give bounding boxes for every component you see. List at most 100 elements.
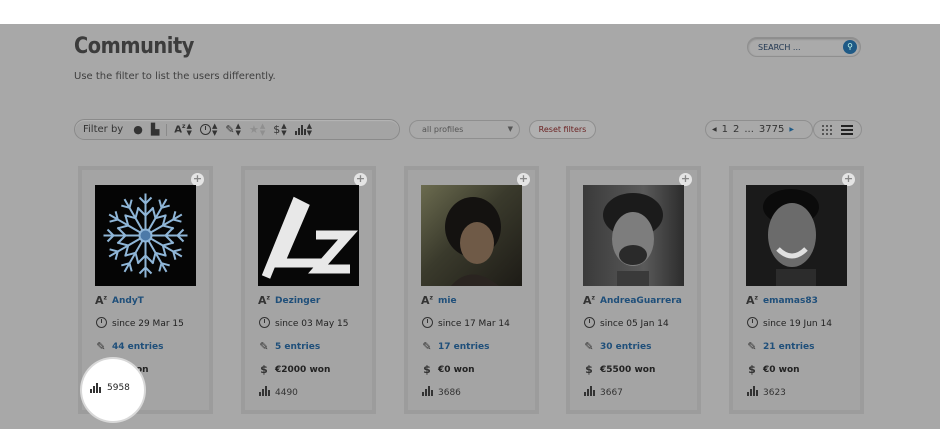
user-name[interactable]: Az AndyT bbox=[94, 294, 144, 307]
filter-divider bbox=[166, 123, 168, 136]
page-subtitle: Use the filter to list the users differe… bbox=[74, 71, 276, 82]
dollar-icon: $ bbox=[585, 363, 593, 376]
next-page-icon[interactable]: ▶ bbox=[789, 126, 794, 133]
member-since: since 29 Mar 15 bbox=[94, 317, 184, 331]
entries-link[interactable]: ✎ 21 entries bbox=[745, 340, 814, 353]
user-name-text[interactable]: Dezinger bbox=[275, 296, 320, 306]
view-toggle bbox=[813, 120, 862, 139]
rank-text: 3667 bbox=[600, 387, 623, 398]
clock-icon bbox=[95, 317, 107, 328]
grid-view-icon[interactable] bbox=[822, 124, 834, 135]
member-since: since 17 Mar 14 bbox=[420, 317, 510, 331]
user-card[interactable]: + Az Dezinger since 03 May 15 ✎ 5 entries … bbox=[241, 166, 376, 414]
member-since-text: since 05 Jan 14 bbox=[600, 319, 669, 329]
profiles-select[interactable]: all profiles ▼ bbox=[409, 120, 520, 139]
rank-text: 5958 bbox=[107, 383, 130, 393]
winnings: $ €2000 won bbox=[257, 363, 330, 376]
top-strip bbox=[0, 0, 940, 24]
snowflake-avatar-icon bbox=[102, 193, 189, 279]
dollar-icon: $ bbox=[748, 363, 756, 376]
member-since-text: since 29 Mar 15 bbox=[112, 319, 184, 329]
rank-bars-icon bbox=[746, 386, 758, 396]
entries-link[interactable]: ✎ 5 entries bbox=[257, 340, 320, 353]
user-name-text[interactable]: mie bbox=[438, 296, 457, 306]
entries-text[interactable]: 44 entries bbox=[112, 342, 163, 352]
member-since: since 03 May 15 bbox=[257, 317, 348, 331]
avatar[interactable] bbox=[258, 185, 359, 286]
member-since-text: since 03 May 15 bbox=[275, 319, 349, 329]
search-input[interactable] bbox=[758, 41, 842, 54]
pagination: ◀ 1 2 ... 3775 ▶ bbox=[705, 120, 813, 139]
winnings-sort-icon[interactable]: $ ▲ ▼ bbox=[273, 122, 286, 137]
avatar[interactable] bbox=[95, 185, 196, 286]
entries-sort-icon[interactable]: ✎ ▲ ▼ bbox=[225, 122, 241, 137]
avatar[interactable] bbox=[583, 185, 684, 286]
avatar[interactable] bbox=[746, 185, 847, 286]
user-card[interactable]: + Az emamas83 since 19 Jun 14 ✎ 21 entries… bbox=[729, 166, 864, 414]
dollar-icon: $ bbox=[260, 363, 268, 376]
rank-bars-icon bbox=[258, 386, 270, 396]
winnings: $ €0 won bbox=[420, 363, 474, 376]
user-name[interactable]: Az Dezinger bbox=[257, 294, 320, 307]
entries-text[interactable]: 30 entries bbox=[600, 342, 651, 352]
portrait-avatar-icon bbox=[763, 189, 819, 286]
rank: 5958 bbox=[90, 383, 130, 393]
entries-link[interactable]: ✎ 44 entries bbox=[94, 340, 163, 353]
filter-bar: Filter by ● ▙ Az ▲ ▼ ▲ ▼ ✎ ▲ ▼ ★ ▲ ▼ $ ▲ ▼ ▲ ▼ bbox=[74, 119, 400, 140]
dz-logo-avatar-icon bbox=[261, 196, 358, 279]
rank: 3623 bbox=[745, 386, 786, 399]
company-filter-icon[interactable]: ▙ bbox=[151, 123, 159, 136]
prev-page-icon[interactable]: ◀ bbox=[712, 126, 717, 133]
user-name[interactable]: Az mie bbox=[420, 294, 457, 307]
entries-text[interactable]: 5 entries bbox=[275, 342, 320, 352]
page-title: Community bbox=[74, 34, 194, 59]
entries-text[interactable]: 17 entries bbox=[438, 342, 489, 352]
pencil-icon: ✎ bbox=[584, 340, 594, 353]
alphabetical-sort-icon[interactable]: Az ▲ ▼ bbox=[174, 122, 192, 137]
user-name-text[interactable]: emamas83 bbox=[763, 296, 818, 306]
user-name[interactable]: Az AndreaGuarrera bbox=[582, 294, 682, 307]
filter-label: Filter by bbox=[83, 124, 124, 135]
pencil-icon: ✎ bbox=[422, 340, 432, 353]
clock-icon bbox=[583, 317, 595, 328]
entries-text[interactable]: 21 entries bbox=[763, 342, 814, 352]
pencil-icon: ✎ bbox=[96, 340, 106, 353]
dollar-icon: $ bbox=[423, 363, 431, 376]
pencil-icon: ✎ bbox=[259, 340, 269, 353]
rank: 4490 bbox=[257, 386, 298, 399]
entries-link[interactable]: ✎ 17 entries bbox=[420, 340, 489, 353]
reset-filters-button[interactable]: Reset filters bbox=[529, 120, 596, 139]
user-name-text[interactable]: AndreaGuarrera bbox=[600, 296, 682, 306]
list-view-icon[interactable] bbox=[840, 124, 853, 135]
page-link[interactable]: 1 bbox=[722, 124, 728, 135]
rank-sort-icon[interactable]: ▲ ▼ bbox=[294, 122, 312, 137]
winnings: $ €5500 won bbox=[582, 363, 655, 376]
page-link[interactable]: 3775 bbox=[759, 124, 784, 135]
community-page: Community Use the filter to list the use… bbox=[0, 24, 940, 429]
rank-bars-icon bbox=[583, 386, 595, 396]
winnings-text: €0 won bbox=[763, 364, 800, 375]
chevron-down-icon: ▼ bbox=[507, 125, 513, 133]
rank-text: 4490 bbox=[275, 387, 298, 398]
member-since-text: since 19 Jun 14 bbox=[763, 319, 832, 329]
date-sort-icon[interactable]: ▲ ▼ bbox=[199, 122, 217, 137]
entries-link[interactable]: ✎ 30 entries bbox=[582, 340, 651, 353]
page-link[interactable]: 2 bbox=[733, 124, 739, 135]
user-filter-icon[interactable]: ● bbox=[133, 123, 143, 136]
member-since: since 19 Jun 14 bbox=[745, 317, 832, 331]
rank-text: 3686 bbox=[438, 387, 461, 398]
avatar[interactable] bbox=[421, 185, 522, 286]
pencil-icon: ✎ bbox=[747, 340, 757, 353]
rating-sort-icon[interactable]: ★ ▲ ▼ bbox=[249, 122, 265, 137]
search-icon[interactable]: ⚲ bbox=[843, 40, 857, 54]
member-since-text: since 17 Mar 14 bbox=[438, 319, 510, 329]
winnings: $ €0 won bbox=[745, 363, 800, 376]
user-card[interactable]: + Az mie since 17 Mar 14 ✎ 17 entries $ €0 … bbox=[404, 166, 539, 414]
member-since: since 05 Jan 14 bbox=[582, 317, 669, 331]
user-name[interactable]: Az emamas83 bbox=[745, 294, 818, 307]
user-name-text[interactable]: AndyT bbox=[112, 296, 144, 306]
winnings-text: €5500 won bbox=[600, 364, 656, 375]
rank: 3667 bbox=[582, 386, 623, 399]
search-box[interactable]: ⚲ bbox=[747, 37, 861, 57]
user-card[interactable]: + Az AndreaGuarrera since 05 Jan 14 ✎ 30 e… bbox=[566, 166, 701, 414]
